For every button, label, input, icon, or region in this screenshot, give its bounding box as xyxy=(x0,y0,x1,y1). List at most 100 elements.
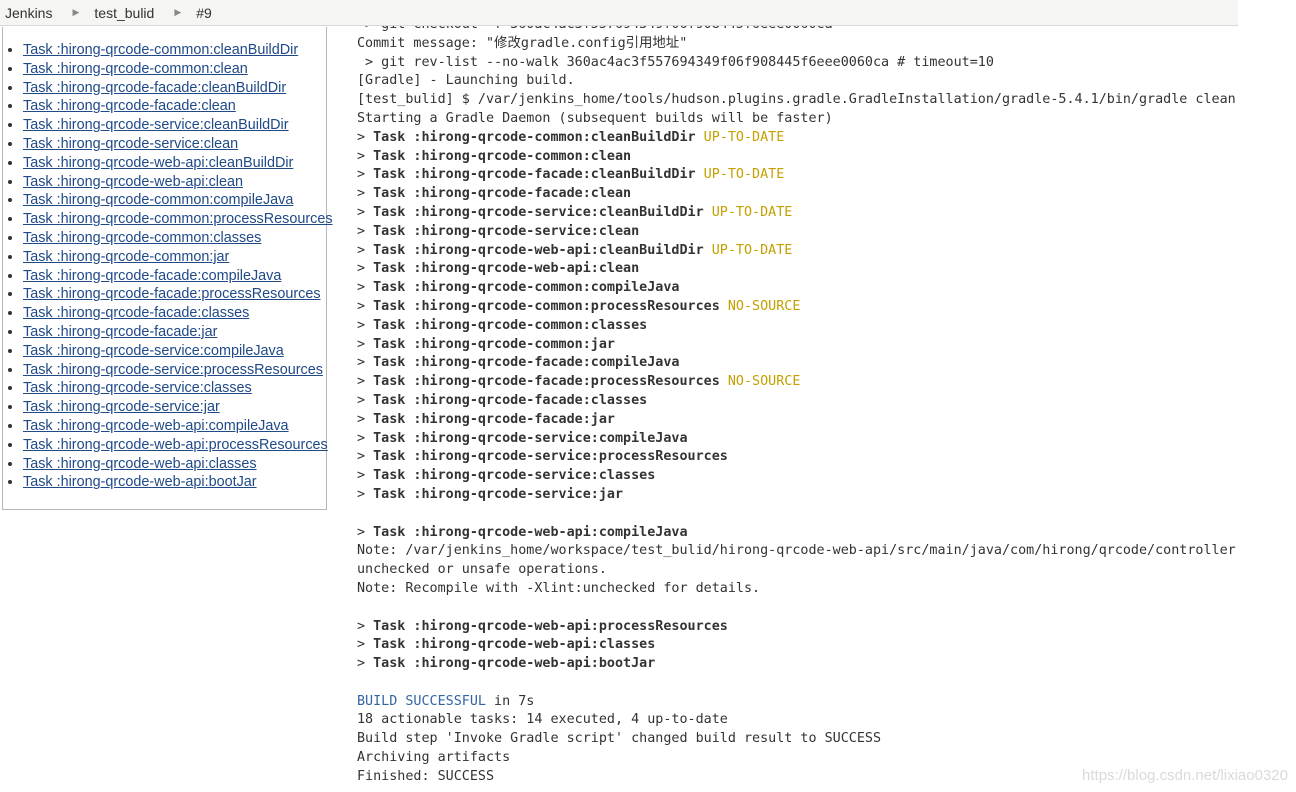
console-task-line: > Task :hirong-qrcode-service:cleanBuild… xyxy=(357,204,793,220)
console-task-name: Task :hirong-qrcode-web-api:compileJava xyxy=(373,524,688,540)
task-list-item: Task :hirong-qrcode-common:classes xyxy=(23,229,326,248)
task-link[interactable]: Task :hirong-qrcode-web-api:bootJar xyxy=(23,474,257,490)
console-task-line: > Task :hirong-qrcode-common:jar xyxy=(357,336,615,352)
task-list-item: Task :hirong-qrcode-common:jar xyxy=(23,248,326,267)
task-link[interactable]: Task :hirong-qrcode-web-api:processResou… xyxy=(23,437,328,453)
task-list-item: Task :hirong-qrcode-common:compileJava xyxy=(23,191,326,210)
task-list-item: Task :hirong-qrcode-facade:compileJava xyxy=(23,267,326,286)
console-task-name: Task :hirong-qrcode-service:processResou… xyxy=(373,449,728,465)
task-link[interactable]: Task :hirong-qrcode-facade:processResour… xyxy=(23,286,321,302)
console-task-line: > Task :hirong-qrcode-web-api:cleanBuild… xyxy=(357,242,793,258)
build-successful-label: BUILD SUCCESSFUL xyxy=(357,693,486,709)
console-line: 18 actionable tasks: 14 executed, 4 up-t… xyxy=(357,712,728,728)
console-line: Starting a Gradle Daemon (subsequent bui… xyxy=(357,110,833,126)
task-list-item: Task :hirong-qrcode-web-api:bootJar xyxy=(23,473,326,492)
task-link[interactable]: Task :hirong-qrcode-service:clean xyxy=(23,136,238,152)
console-task-line: > Task :hirong-qrcode-service:jar xyxy=(357,486,624,502)
console-task-status: UP-TO-DATE xyxy=(711,242,793,258)
task-link[interactable]: Task :hirong-qrcode-service:processResou… xyxy=(23,362,323,378)
task-list-item: Task :hirong-qrcode-facade:jar xyxy=(23,323,326,342)
task-link[interactable]: Task :hirong-qrcode-service:classes xyxy=(23,380,252,396)
console-task-name: Task :hirong-qrcode-service:cleanBuildDi… xyxy=(373,204,704,220)
breadcrumb-jenkins[interactable]: Jenkins xyxy=(5,5,52,21)
task-link[interactable]: Task :hirong-qrcode-service:jar xyxy=(23,399,220,415)
console-task-line: > Task :hirong-qrcode-facade:classes xyxy=(357,392,648,408)
build-duration: in 7s xyxy=(486,693,535,709)
console-task-line: > Task :hirong-qrcode-facade:compileJava xyxy=(357,355,680,371)
console-line: unchecked or unsafe operations. xyxy=(357,562,607,578)
console-task-status: NO-SOURCE xyxy=(727,374,801,390)
console-line: Commit message: "修改gradle.config引用地址" xyxy=(357,35,688,51)
breadcrumb: Jenkins ▶ test_bulid ▶ #9 xyxy=(0,0,1238,26)
task-list-item: Task :hirong-qrcode-common:cleanBuildDir xyxy=(23,41,326,60)
console-task-name: Task :hirong-qrcode-facade:classes xyxy=(373,392,648,408)
breadcrumb-build[interactable]: #9 xyxy=(196,5,212,21)
console-task-name: Task :hirong-qrcode-service:jar xyxy=(373,486,624,502)
task-list-item: Task :hirong-qrcode-service:compileJava xyxy=(23,342,326,361)
console-task-line: > Task :hirong-qrcode-web-api:compileJav… xyxy=(357,524,688,540)
task-list-item: Task :hirong-qrcode-web-api:cleanBuildDi… xyxy=(23,154,326,173)
console-task-name: Task :hirong-qrcode-service:clean xyxy=(373,223,640,239)
task-link[interactable]: Task :hirong-qrcode-facade:cleanBuildDir xyxy=(23,80,286,96)
console-task-name: Task :hirong-qrcode-web-api:bootJar xyxy=(373,656,656,672)
task-link[interactable]: Task :hirong-qrcode-service:cleanBuildDi… xyxy=(23,117,289,133)
task-list-item: Task :hirong-qrcode-common:clean xyxy=(23,60,326,79)
console-task-status: NO-SOURCE xyxy=(727,298,801,314)
task-link[interactable]: Task :hirong-qrcode-web-api:compileJava xyxy=(23,418,289,434)
console-task-line: > Task :hirong-qrcode-common:classes xyxy=(357,317,648,333)
task-list-item: Task :hirong-qrcode-service:classes xyxy=(23,379,326,398)
console-task-name: Task :hirong-qrcode-facade:clean xyxy=(373,186,632,202)
task-list-item: Task :hirong-qrcode-web-api:clean xyxy=(23,173,326,192)
task-sidebar: Task :hirong-qrcode-common:cleanBuildDir… xyxy=(2,27,333,510)
console-task-status: UP-TO-DATE xyxy=(711,204,793,220)
console-task-line: > Task :hirong-qrcode-service:clean xyxy=(357,223,640,239)
watermark: https://blog.csdn.net/lixiao0320 xyxy=(1082,767,1288,784)
task-list-item: Task :hirong-qrcode-facade:cleanBuildDir xyxy=(23,79,326,98)
task-link[interactable]: Task :hirong-qrcode-web-api:classes xyxy=(23,456,257,472)
task-list-item: Task :hirong-qrcode-facade:classes xyxy=(23,304,326,323)
task-list-item: Task :hirong-qrcode-web-api:classes xyxy=(23,455,326,474)
console-task-line: > Task :hirong-qrcode-common:clean xyxy=(357,148,632,164)
task-list-item: Task :hirong-qrcode-facade:clean xyxy=(23,97,326,116)
console-task-name: Task :hirong-qrcode-facade:jar xyxy=(373,411,615,427)
console-task-line: > Task :hirong-qrcode-web-api:bootJar xyxy=(357,656,656,672)
console-line: [Gradle] - Launching build. xyxy=(357,73,575,89)
console-task-name: Task :hirong-qrcode-facade:processResour… xyxy=(373,374,720,390)
task-link[interactable]: Task :hirong-qrcode-service:compileJava xyxy=(23,343,284,359)
console-task-line: > Task :hirong-qrcode-service:compileJav… xyxy=(357,430,688,446)
console-task-line: > Task :hirong-qrcode-service:processRes… xyxy=(357,449,728,465)
task-link[interactable]: Task :hirong-qrcode-common:cleanBuildDir xyxy=(23,42,298,58)
task-link[interactable]: Task :hirong-qrcode-common:jar xyxy=(23,249,229,265)
task-link[interactable]: Task :hirong-qrcode-web-api:clean xyxy=(23,174,243,190)
console-task-name: Task :hirong-qrcode-common:processResour… xyxy=(373,298,720,314)
console-task-name: Task :hirong-qrcode-web-api:clean xyxy=(373,261,640,277)
task-link[interactable]: Task :hirong-qrcode-common:processResour… xyxy=(23,211,333,227)
task-list: Task :hirong-qrcode-common:cleanBuildDir… xyxy=(3,41,333,492)
task-list-item: Task :hirong-qrcode-web-api:compileJava xyxy=(23,417,326,436)
console-task-line: > Task :hirong-qrcode-facade:processReso… xyxy=(357,374,801,390)
task-link[interactable]: Task :hirong-qrcode-facade:compileJava xyxy=(23,268,281,284)
task-link[interactable]: Task :hirong-qrcode-facade:clean xyxy=(23,98,236,114)
console-task-name: Task :hirong-qrcode-web-api:classes xyxy=(373,637,656,653)
console-task-line: > Task :hirong-qrcode-common:compileJava xyxy=(357,280,680,296)
console-task-name: Task :hirong-qrcode-common:classes xyxy=(373,317,648,333)
console-task-status: UP-TO-DATE xyxy=(703,129,785,145)
chevron-right-icon[interactable]: ▶ xyxy=(72,7,79,18)
chevron-right-icon[interactable]: ▶ xyxy=(174,7,181,18)
breadcrumb-job[interactable]: test_bulid xyxy=(94,5,154,21)
task-link[interactable]: Task :hirong-qrcode-common:compileJava xyxy=(23,192,293,208)
task-link[interactable]: Task :hirong-qrcode-facade:classes xyxy=(23,305,249,321)
console-line: Note: Recompile with -Xlint:unchecked fo… xyxy=(357,580,761,596)
console-task-line: > Task :hirong-qrcode-web-api:processRes… xyxy=(357,618,728,634)
task-list-item: Task :hirong-qrcode-service:clean xyxy=(23,135,326,154)
task-link[interactable]: Task :hirong-qrcode-facade:jar xyxy=(23,324,217,340)
console-task-line: > Task :hirong-qrcode-web-api:clean xyxy=(357,261,640,277)
task-link[interactable]: Task :hirong-qrcode-web-api:cleanBuildDi… xyxy=(23,155,293,171)
console-task-name: Task :hirong-qrcode-web-api:processResou… xyxy=(373,618,728,634)
console-line: Archiving artifacts xyxy=(357,750,511,766)
task-link[interactable]: Task :hirong-qrcode-common:classes xyxy=(23,230,261,246)
console-task-name: Task :hirong-qrcode-service:classes xyxy=(373,468,656,484)
console-task-status: UP-TO-DATE xyxy=(703,167,785,183)
task-link[interactable]: Task :hirong-qrcode-common:clean xyxy=(23,61,248,77)
